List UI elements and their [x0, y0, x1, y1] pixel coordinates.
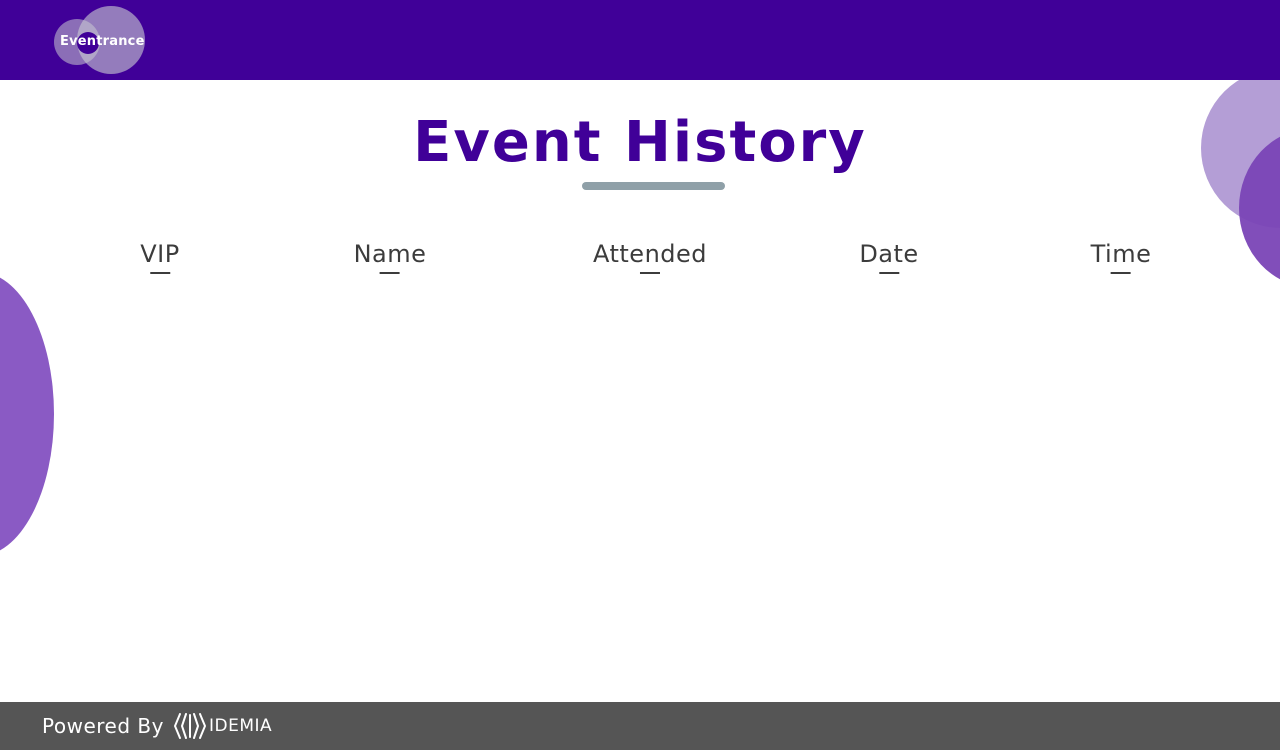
sort-indicator — [150, 272, 170, 274]
footer-bar: Powered By IDEMIA — [0, 702, 1280, 750]
eventrance-logo[interactable]: Eventrance — [54, 6, 146, 74]
decorative-blob-left — [0, 272, 54, 556]
column-header-time[interactable]: Time — [1091, 240, 1152, 274]
column-header-date-label: Date — [859, 240, 919, 268]
title-underline — [582, 182, 725, 190]
event-history-page: Eventrance Event History VIP Name Attend… — [0, 0, 1280, 750]
sort-indicator — [1110, 272, 1131, 274]
column-header-name[interactable]: Name — [354, 240, 427, 274]
column-header-date[interactable]: Date — [859, 240, 918, 274]
column-header-attended-label: Attended — [592, 240, 708, 268]
idemia-brand-name[interactable]: IDEMIA — [209, 716, 272, 736]
event-history-table-header: VIP Name Attended Date Time — [0, 240, 1280, 280]
column-header-vip[interactable]: VIP — [140, 240, 179, 274]
idemia-logo-icon — [174, 713, 206, 739]
column-header-time-label: Time — [1090, 240, 1152, 268]
sort-indicator — [380, 272, 400, 274]
top-header-bar: Eventrance — [0, 0, 1280, 80]
powered-by-label: Powered By — [42, 714, 164, 738]
logo-text: Eventrance — [60, 34, 145, 49]
column-header-vip-label: VIP — [140, 240, 180, 268]
column-header-name-label: Name — [353, 240, 427, 268]
page-title: Event History — [413, 110, 867, 175]
sort-indicator — [879, 272, 899, 274]
column-header-attended[interactable]: Attended — [593, 240, 707, 274]
sort-indicator — [640, 272, 660, 274]
